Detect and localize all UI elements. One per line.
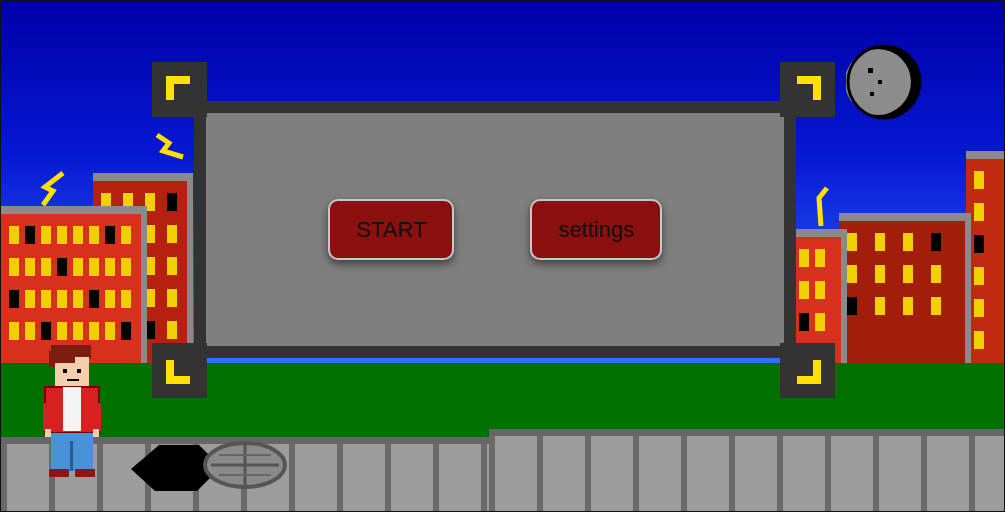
antenna-icon bbox=[153, 131, 189, 176]
building-window bbox=[89, 322, 99, 340]
main-menu: START settings bbox=[152, 62, 835, 398]
building-window bbox=[121, 322, 131, 340]
menu-button[interactable]: settings bbox=[530, 199, 662, 260]
building-window bbox=[799, 249, 809, 267]
building-window bbox=[815, 313, 825, 331]
frame-corner bbox=[780, 343, 835, 398]
building-window bbox=[73, 290, 83, 308]
building-window bbox=[89, 226, 99, 244]
building-window bbox=[167, 257, 177, 275]
building bbox=[839, 213, 971, 365]
building-window bbox=[105, 226, 115, 244]
building-window bbox=[89, 290, 99, 308]
game-scene: START settings bbox=[0, 0, 1005, 512]
building-window bbox=[875, 265, 885, 283]
window-grid bbox=[847, 233, 957, 315]
building-window bbox=[167, 321, 177, 339]
building-window bbox=[903, 233, 913, 251]
building-window bbox=[847, 297, 857, 315]
building-window bbox=[815, 249, 825, 267]
building-window bbox=[73, 322, 83, 340]
building-window bbox=[73, 226, 83, 244]
building-window bbox=[903, 297, 913, 315]
building-window bbox=[57, 258, 67, 276]
building-window bbox=[799, 313, 809, 331]
manhole-icon bbox=[129, 439, 289, 495]
building-window bbox=[974, 331, 984, 349]
building-window bbox=[167, 193, 177, 211]
building-window bbox=[41, 226, 51, 244]
window-grid bbox=[974, 171, 996, 349]
building-window bbox=[875, 297, 885, 315]
building-window bbox=[9, 290, 19, 308]
corner-mark-icon bbox=[166, 76, 190, 100]
building-window bbox=[931, 265, 941, 283]
building-window bbox=[105, 290, 115, 308]
building-window bbox=[25, 322, 35, 340]
building-window bbox=[847, 265, 857, 283]
building-window bbox=[41, 322, 51, 340]
frame-corner bbox=[152, 62, 207, 117]
player-character bbox=[43, 345, 103, 481]
corner-mark-icon bbox=[166, 360, 190, 384]
building-window bbox=[121, 226, 131, 244]
building-window bbox=[974, 171, 984, 189]
moon-icon bbox=[846, 44, 922, 120]
building-window bbox=[25, 226, 35, 244]
building-window bbox=[167, 289, 177, 307]
corner-mark-icon bbox=[797, 360, 821, 384]
building-window bbox=[9, 226, 19, 244]
building-window bbox=[25, 290, 35, 308]
building-window bbox=[57, 290, 67, 308]
building-window bbox=[73, 258, 83, 276]
window-grid bbox=[9, 226, 133, 340]
building-window bbox=[121, 258, 131, 276]
building-window bbox=[847, 233, 857, 251]
antenna-icon bbox=[39, 169, 69, 209]
building-window bbox=[931, 233, 941, 251]
building-window bbox=[799, 281, 809, 299]
building-window bbox=[9, 258, 19, 276]
building-window bbox=[167, 225, 177, 243]
building-window bbox=[41, 290, 51, 308]
building-window bbox=[815, 281, 825, 299]
building-window bbox=[57, 322, 67, 340]
building-window bbox=[9, 322, 19, 340]
building-window bbox=[41, 258, 51, 276]
building-window bbox=[931, 297, 941, 315]
menu-panel: START settings bbox=[194, 101, 796, 358]
building-window bbox=[121, 290, 131, 308]
building-window bbox=[974, 299, 984, 317]
building-window bbox=[903, 265, 913, 283]
corner-mark-icon bbox=[797, 76, 821, 100]
sidewalk bbox=[489, 429, 1005, 511]
building bbox=[966, 151, 1005, 365]
building bbox=[1, 206, 147, 365]
menu-button[interactable]: START bbox=[328, 199, 454, 260]
antenna-icon bbox=[813, 186, 833, 231]
building-window bbox=[57, 226, 67, 244]
building-window bbox=[105, 258, 115, 276]
building-window bbox=[974, 267, 984, 285]
building-window bbox=[974, 235, 984, 253]
frame-corner bbox=[152, 343, 207, 398]
building-window bbox=[25, 258, 35, 276]
building-window bbox=[105, 322, 115, 340]
frame-corner bbox=[780, 62, 835, 117]
building-window bbox=[875, 233, 885, 251]
building-window bbox=[89, 258, 99, 276]
building-window bbox=[974, 203, 984, 221]
